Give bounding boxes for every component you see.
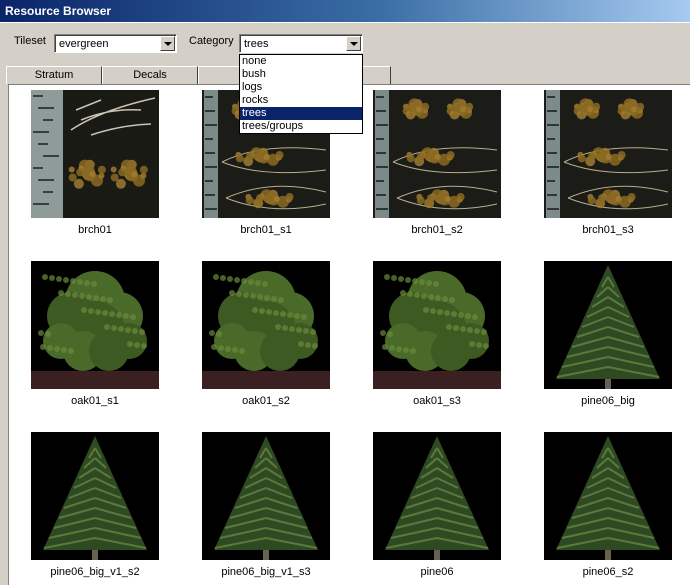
tab-label: Stratum: [34, 69, 74, 81]
resource-thumbnail[interactable]: [373, 261, 501, 389]
texture-preview-image: [31, 261, 159, 389]
resource-name: pine06_big_v1_s3: [221, 566, 311, 578]
category-option[interactable]: none: [240, 55, 362, 68]
tab-stratum[interactable]: Stratum: [6, 66, 102, 84]
resource-name: pine06_big: [581, 395, 635, 407]
resource-name: brch01_s2: [411, 224, 463, 236]
category-dropdown[interactable]: trees: [239, 34, 363, 53]
chevron-down-icon[interactable]: [160, 36, 175, 51]
resource-name: brch01_s3: [582, 224, 634, 236]
texture-preview-image: [202, 261, 330, 389]
category-option[interactable]: trees/groups: [240, 120, 362, 133]
texture-preview-image: [373, 261, 501, 389]
resource-thumbnail[interactable]: [31, 90, 159, 218]
texture-preview-image: [544, 90, 672, 218]
tileset-label: Tileset: [14, 35, 46, 47]
tileset-value: evergreen: [59, 38, 109, 50]
resource-name: oak01_s2: [242, 395, 290, 407]
resource-thumbnail[interactable]: [373, 432, 501, 560]
resource-thumbnail[interactable]: [202, 261, 330, 389]
title-bar: Resource Browser: [0, 0, 690, 23]
texture-preview-image: [544, 432, 672, 560]
chevron-down-icon[interactable]: [346, 36, 361, 51]
resource-name: pine06: [420, 566, 454, 578]
texture-preview-image: [544, 261, 672, 389]
texture-preview-image: [373, 90, 501, 218]
resource-name: oak01_s1: [71, 395, 119, 407]
resource-thumbnail[interactable]: [373, 90, 501, 218]
category-option[interactable]: logs: [240, 81, 362, 94]
category-label: Category: [189, 35, 234, 47]
category-option[interactable]: trees: [240, 107, 362, 120]
resource-thumbnail[interactable]: [202, 432, 330, 560]
resource-thumbnail[interactable]: [544, 432, 672, 560]
resource-thumbnail[interactable]: [544, 261, 672, 389]
tileset-dropdown[interactable]: evergreen: [54, 34, 177, 53]
resource-name: pine06_s2: [582, 566, 634, 578]
texture-preview-image: [373, 432, 501, 560]
category-option[interactable]: rocks: [240, 94, 362, 107]
texture-preview-image: [31, 432, 159, 560]
resource-grid: brch01 brch01_s1 brch01_s2 brch01_s3 oak01_s…: [8, 84, 690, 585]
resource-name: brch01: [78, 224, 112, 236]
category-option[interactable]: bush: [240, 68, 362, 81]
resource-name: brch01_s1: [240, 224, 292, 236]
resource-name: oak01_s3: [413, 395, 461, 407]
resource-name: pine06_big_v1_s2: [50, 566, 140, 578]
resource-thumbnail[interactable]: [31, 432, 159, 560]
tab-decals[interactable]: Decals: [102, 66, 198, 84]
texture-preview-image: [31, 90, 159, 218]
texture-preview-image: [202, 432, 330, 560]
window-title: Resource Browser: [5, 4, 112, 18]
tab-label: Decals: [133, 69, 167, 81]
resource-thumbnail[interactable]: [31, 261, 159, 389]
category-value: trees: [244, 38, 269, 50]
resource-thumbnail[interactable]: [544, 90, 672, 218]
category-options-list[interactable]: none bush logs rocks trees trees/groups: [239, 54, 363, 134]
